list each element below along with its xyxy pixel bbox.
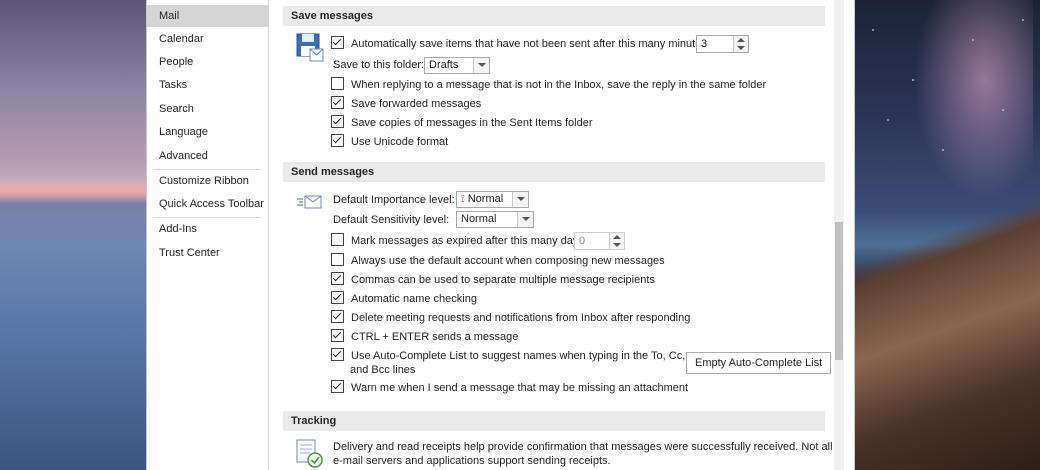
options-content: Save messages Automatically save items t… xyxy=(269,0,844,470)
sensitivity-value: Normal xyxy=(461,213,497,225)
autocomplete-label: Use Auto-Complete List to suggest names … xyxy=(351,350,686,362)
chevron-down-icon[interactable] xyxy=(512,192,528,207)
expire-label: Mark messages as expired after this many… xyxy=(351,235,587,247)
delete-meeting-option[interactable]: Delete meeting requests and notification… xyxy=(331,310,690,327)
ctrl-enter-checkbox[interactable] xyxy=(331,329,344,342)
reply-not-inbox-option[interactable]: When replying to a message that is not i… xyxy=(331,77,766,94)
commas-checkbox[interactable] xyxy=(331,272,344,285)
unicode-label: Use Unicode format xyxy=(351,136,449,148)
sensitivity-label: Default Sensitivity level: xyxy=(333,214,450,226)
autosave-option[interactable]: Automatically save items that have not b… xyxy=(331,36,710,53)
sensitivity-dropdown[interactable]: Normal xyxy=(456,211,534,228)
autocomplete-label-continued: and Bcc lines xyxy=(350,364,416,376)
section-header-tracking: Tracking xyxy=(283,411,825,431)
warn-attachment-label: Warn me when I send a message that may b… xyxy=(351,382,689,394)
delete-meeting-label: Delete meeting requests and notification… xyxy=(351,312,691,324)
expire-option[interactable]: Mark messages as expired after this many… xyxy=(331,233,587,250)
save-folder-dropdown[interactable]: Drafts xyxy=(424,57,490,74)
nav-item-trust-center[interactable]: Trust Center xyxy=(147,242,268,264)
spinner-up-icon[interactable] xyxy=(737,38,745,42)
commas-label: Commas can be used to separate multiple … xyxy=(351,274,655,286)
options-nav: Mail Calendar People Tasks Search Langua… xyxy=(147,0,269,470)
importance-label: Default Importance level: xyxy=(333,194,455,206)
nav-item-search[interactable]: Search xyxy=(147,98,268,120)
default-account-label: Always use the default account when comp… xyxy=(351,255,665,267)
save-forwarded-checkbox[interactable] xyxy=(331,96,344,109)
autocomplete-checkbox[interactable] xyxy=(331,348,344,361)
nav-item-tasks[interactable]: Tasks xyxy=(147,74,268,96)
chevron-down-icon[interactable] xyxy=(473,58,489,73)
spinner-buttons[interactable] xyxy=(733,36,748,52)
floppy-disk-icon xyxy=(296,33,324,62)
default-account-option[interactable]: Always use the default account when comp… xyxy=(331,253,665,270)
auto-name-label: Automatic name checking xyxy=(351,293,477,305)
nav-item-customize-ribbon[interactable]: Customize Ribbon xyxy=(147,170,268,192)
save-folder-value: Drafts xyxy=(429,59,459,71)
save-copies-checkbox[interactable] xyxy=(331,115,344,128)
nav-item-language[interactable]: Language xyxy=(147,121,268,143)
autosave-checkbox[interactable] xyxy=(331,36,344,49)
reply-not-inbox-checkbox[interactable] xyxy=(331,77,344,90)
autosave-minutes-spinner[interactable]: 3 xyxy=(696,35,749,53)
ctrl-enter-option[interactable]: CTRL + ENTER sends a message xyxy=(331,329,518,346)
expire-days-spinner[interactable]: 0 xyxy=(574,232,625,250)
desktop-wallpaper-left xyxy=(0,0,146,470)
nav-item-mail[interactable]: Mail xyxy=(147,5,268,27)
importance-value: Normal xyxy=(467,193,504,205)
vertical-scrollbar[interactable] xyxy=(834,0,844,470)
importance-icon: ⟟ xyxy=(461,194,465,205)
save-forwarded-option[interactable]: Save forwarded messages xyxy=(331,96,481,113)
commas-option[interactable]: Commas can be used to separate multiple … xyxy=(331,272,655,289)
send-envelope-icon xyxy=(297,195,322,209)
nav-item-people[interactable]: People xyxy=(147,51,268,73)
empty-autocomplete-button[interactable]: Empty Auto-Complete List xyxy=(686,352,832,374)
spinner-down-icon[interactable] xyxy=(613,243,621,247)
save-folder-label: Save to this folder: xyxy=(333,59,425,71)
save-copies-label: Save copies of messages in the Sent Item… xyxy=(351,117,593,129)
nav-item-quick-access-toolbar[interactable]: Quick Access Toolbar xyxy=(147,193,268,215)
tracking-description-line2: e-mail servers and applications support … xyxy=(333,455,611,467)
spinner-buttons[interactable] xyxy=(609,233,624,249)
save-forwarded-label: Save forwarded messages xyxy=(351,98,482,110)
delete-meeting-checkbox[interactable] xyxy=(331,310,344,323)
chevron-down-icon[interactable] xyxy=(517,212,533,227)
reply-not-inbox-label: When replying to a message that is not i… xyxy=(351,79,767,91)
spinner-down-icon[interactable] xyxy=(737,46,745,50)
autosave-label: Automatically save items that have not b… xyxy=(351,38,710,50)
expire-days-value: 0 xyxy=(579,235,586,247)
default-account-checkbox[interactable] xyxy=(331,253,344,266)
warn-attachment-option[interactable]: Warn me when I send a message that may b… xyxy=(331,380,688,397)
auto-name-option[interactable]: Automatic name checking xyxy=(331,291,477,308)
nav-item-calendar[interactable]: Calendar xyxy=(147,28,268,50)
expire-checkbox[interactable] xyxy=(331,233,344,246)
section-header-save-messages: Save messages xyxy=(283,6,825,26)
unicode-option[interactable]: Use Unicode format xyxy=(331,134,448,151)
importance-dropdown[interactable]: ⟟ Normal xyxy=(456,191,529,208)
horizon-glow xyxy=(0,178,146,204)
outlook-options-dialog: Mail Calendar People Tasks Search Langua… xyxy=(146,0,855,470)
nav-item-add-ins[interactable]: Add-Ins xyxy=(147,218,268,240)
auto-name-checkbox[interactable] xyxy=(331,291,344,304)
save-copies-option[interactable]: Save copies of messages in the Sent Item… xyxy=(331,115,593,132)
autosave-minutes-value: 3 xyxy=(701,38,708,50)
desktop-wallpaper-right xyxy=(853,0,1040,470)
tracking-receipt-icon xyxy=(296,439,323,468)
nav-item-advanced[interactable]: Advanced xyxy=(147,145,268,167)
unicode-checkbox[interactable] xyxy=(331,134,344,147)
section-header-send-messages: Send messages xyxy=(283,162,825,182)
ctrl-enter-label: CTRL + ENTER sends a message xyxy=(351,331,519,343)
scrollbar-thumb[interactable] xyxy=(835,222,843,360)
spinner-up-icon[interactable] xyxy=(613,235,621,239)
warn-attachment-checkbox[interactable] xyxy=(331,380,344,393)
